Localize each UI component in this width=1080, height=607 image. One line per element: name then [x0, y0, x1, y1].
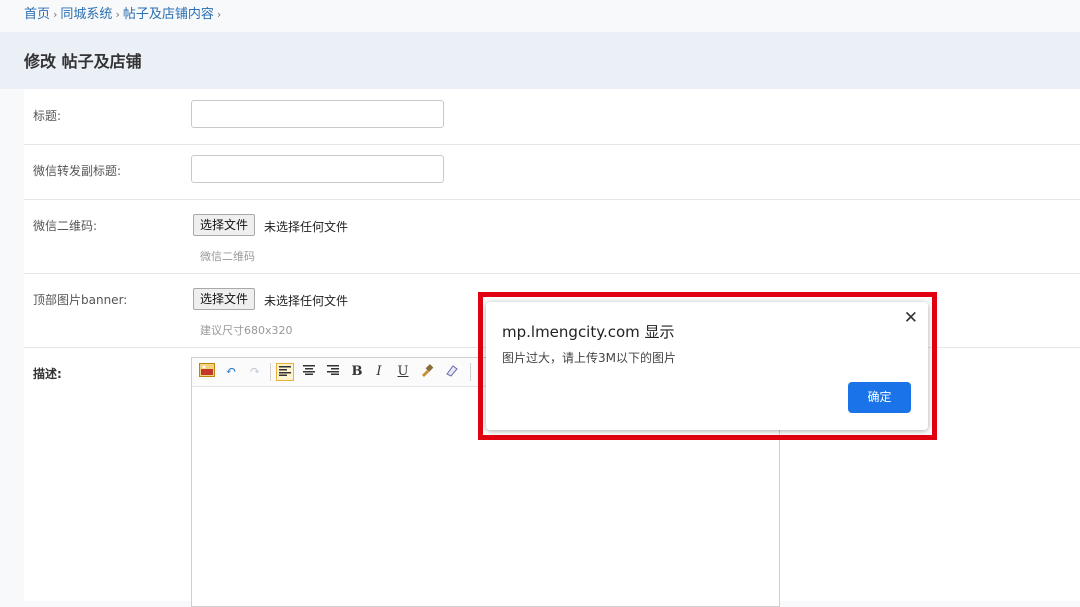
align-center-icon[interactable] [300, 363, 318, 381]
qrcode-choose-file-button[interactable]: 选择文件 [193, 214, 256, 236]
qrcode-file-status: 未选择任何文件 [264, 220, 349, 234]
form-row-subtitle: 微信转发副标题: [24, 144, 1080, 200]
breadcrumb-home[interactable]: 首页 [24, 7, 50, 22]
title-input[interactable] [191, 100, 444, 128]
qrcode-hint: 微信二维码 [200, 250, 255, 263]
page-title: 修改 帖子及店铺 [24, 52, 142, 71]
breadcrumb-city-system[interactable]: 同城系统 [60, 7, 112, 22]
redo-icon[interactable]: ↷ [246, 363, 264, 381]
page-header: 修改 帖子及店铺 [0, 32, 1080, 89]
align-left-icon[interactable] [276, 363, 294, 381]
close-icon[interactable]: ✕ [904, 308, 918, 328]
underline-icon[interactable]: U [394, 363, 412, 381]
subtitle-input[interactable] [191, 155, 444, 183]
bold-icon[interactable]: B [348, 363, 366, 381]
dialog-ok-button[interactable]: 确定 [848, 382, 911, 413]
breadcrumb-items: 首页 › 同城系统 › 帖子及店铺内容 › [24, 0, 224, 30]
format-brush-icon[interactable] [418, 363, 436, 381]
banner-file-status: 未选择任何文件 [264, 294, 349, 308]
breadcrumb-separator: › [216, 8, 222, 21]
banner-label: 顶部图片banner: [33, 293, 128, 307]
dialog-title: mp.lmengcity.com 显示 [502, 323, 675, 341]
toolbar-separator [270, 363, 271, 381]
toolbar-separator [470, 363, 471, 381]
description-label: 描述: [33, 367, 62, 381]
form-row-title: 标题: [24, 89, 1080, 145]
form-row-qrcode: 微信二维码: 选择文件 未选择任何文件 微信二维码 [24, 199, 1080, 274]
subtitle-label: 微信转发副标题: [33, 164, 122, 178]
breadcrumb-posts-stores[interactable]: 帖子及店铺内容 [123, 7, 214, 22]
breadcrumb-separator: › [53, 8, 58, 21]
breadcrumb: 首页 › 同城系统 › 帖子及店铺内容 › [0, 0, 1080, 32]
banner-hint: 建议尺寸680x320 [200, 324, 293, 337]
banner-choose-file-button[interactable]: 选择文件 [193, 288, 256, 310]
image-icon[interactable] [198, 363, 216, 381]
dialog-message: 图片过大，请上传3M以下的图片 [502, 351, 676, 365]
breadcrumb-separator: › [115, 8, 120, 21]
italic-icon[interactable]: I [370, 363, 388, 381]
alert-dialog: mp.lmengcity.com 显示 图片过大，请上传3M以下的图片 ✕ 确定 [486, 302, 928, 430]
title-label: 标题: [33, 109, 62, 123]
undo-icon[interactable]: ↶ [222, 363, 240, 381]
qrcode-label: 微信二维码: [33, 219, 98, 233]
align-right-icon[interactable] [324, 363, 342, 381]
eraser-icon[interactable] [442, 363, 460, 381]
